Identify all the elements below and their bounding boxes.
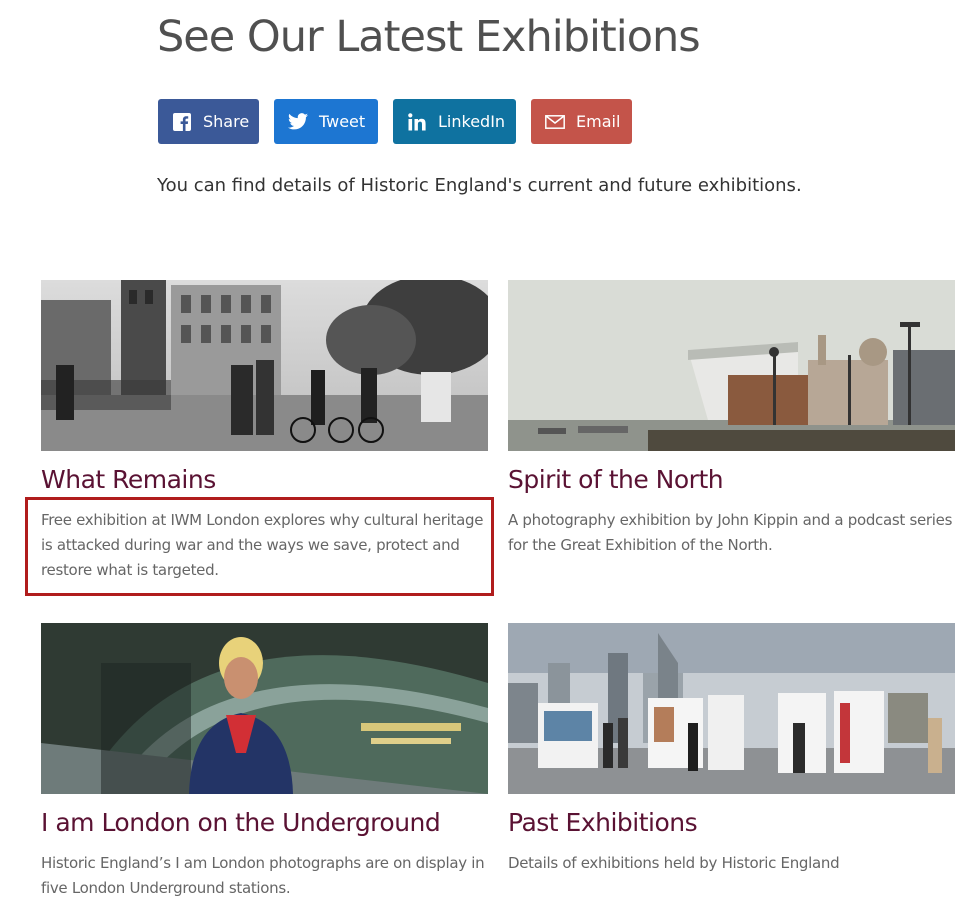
exhibition-card-i-am-london[interactable]: I am London on the Underground Historic … (41, 623, 488, 897)
exhibition-card-spirit-of-the-north[interactable]: Spirit of the North A photography exhibi… (508, 280, 955, 554)
exhibition-card-past-exhibitions[interactable]: Past Exhibitions Details of exhibitions … (508, 623, 955, 872)
linkedin-icon (407, 112, 427, 132)
intro-text: You can find details of Historic England… (157, 175, 802, 196)
facebook-icon (172, 112, 192, 132)
linkedin-share-button[interactable]: LinkedIn (393, 99, 516, 144)
card-description: Details of exhibitions held by Historic … (508, 854, 840, 872)
card-description: Free exhibition at IWM London explores w… (41, 511, 484, 579)
card-title[interactable]: What Remains (41, 465, 216, 494)
card-title[interactable]: Spirit of the North (508, 465, 724, 494)
past-exhibitions-photo[interactable] (508, 623, 955, 794)
linkedin-share-label: LinkedIn (438, 112, 506, 131)
twitter-tweet-label: Tweet (319, 112, 366, 131)
twitter-icon (288, 112, 308, 132)
page: See Our Latest Exhibitions Share Tweet L… (0, 0, 980, 911)
spirit-of-the-north-photo[interactable] (508, 280, 955, 451)
card-description: Historic England’s I am London photograp… (41, 854, 485, 897)
card-title[interactable]: Past Exhibitions (508, 808, 698, 837)
email-share-label: Email (576, 112, 621, 131)
envelope-icon (545, 112, 565, 132)
exhibition-card-what-remains[interactable]: What Remains Free exhibition at IWM Lond… (41, 280, 488, 579)
card-description: A photography exhibition by John Kippin … (508, 511, 953, 554)
page-title: See Our Latest Exhibitions (157, 12, 701, 62)
twitter-tweet-button[interactable]: Tweet (274, 99, 378, 144)
facebook-share-button[interactable]: Share (158, 99, 259, 144)
what-remains-photo[interactable] (41, 280, 488, 451)
email-share-button[interactable]: Email (531, 99, 632, 144)
i-am-london-photo[interactable] (41, 623, 488, 794)
card-title[interactable]: I am London on the Underground (41, 808, 441, 837)
facebook-share-label: Share (203, 112, 250, 131)
